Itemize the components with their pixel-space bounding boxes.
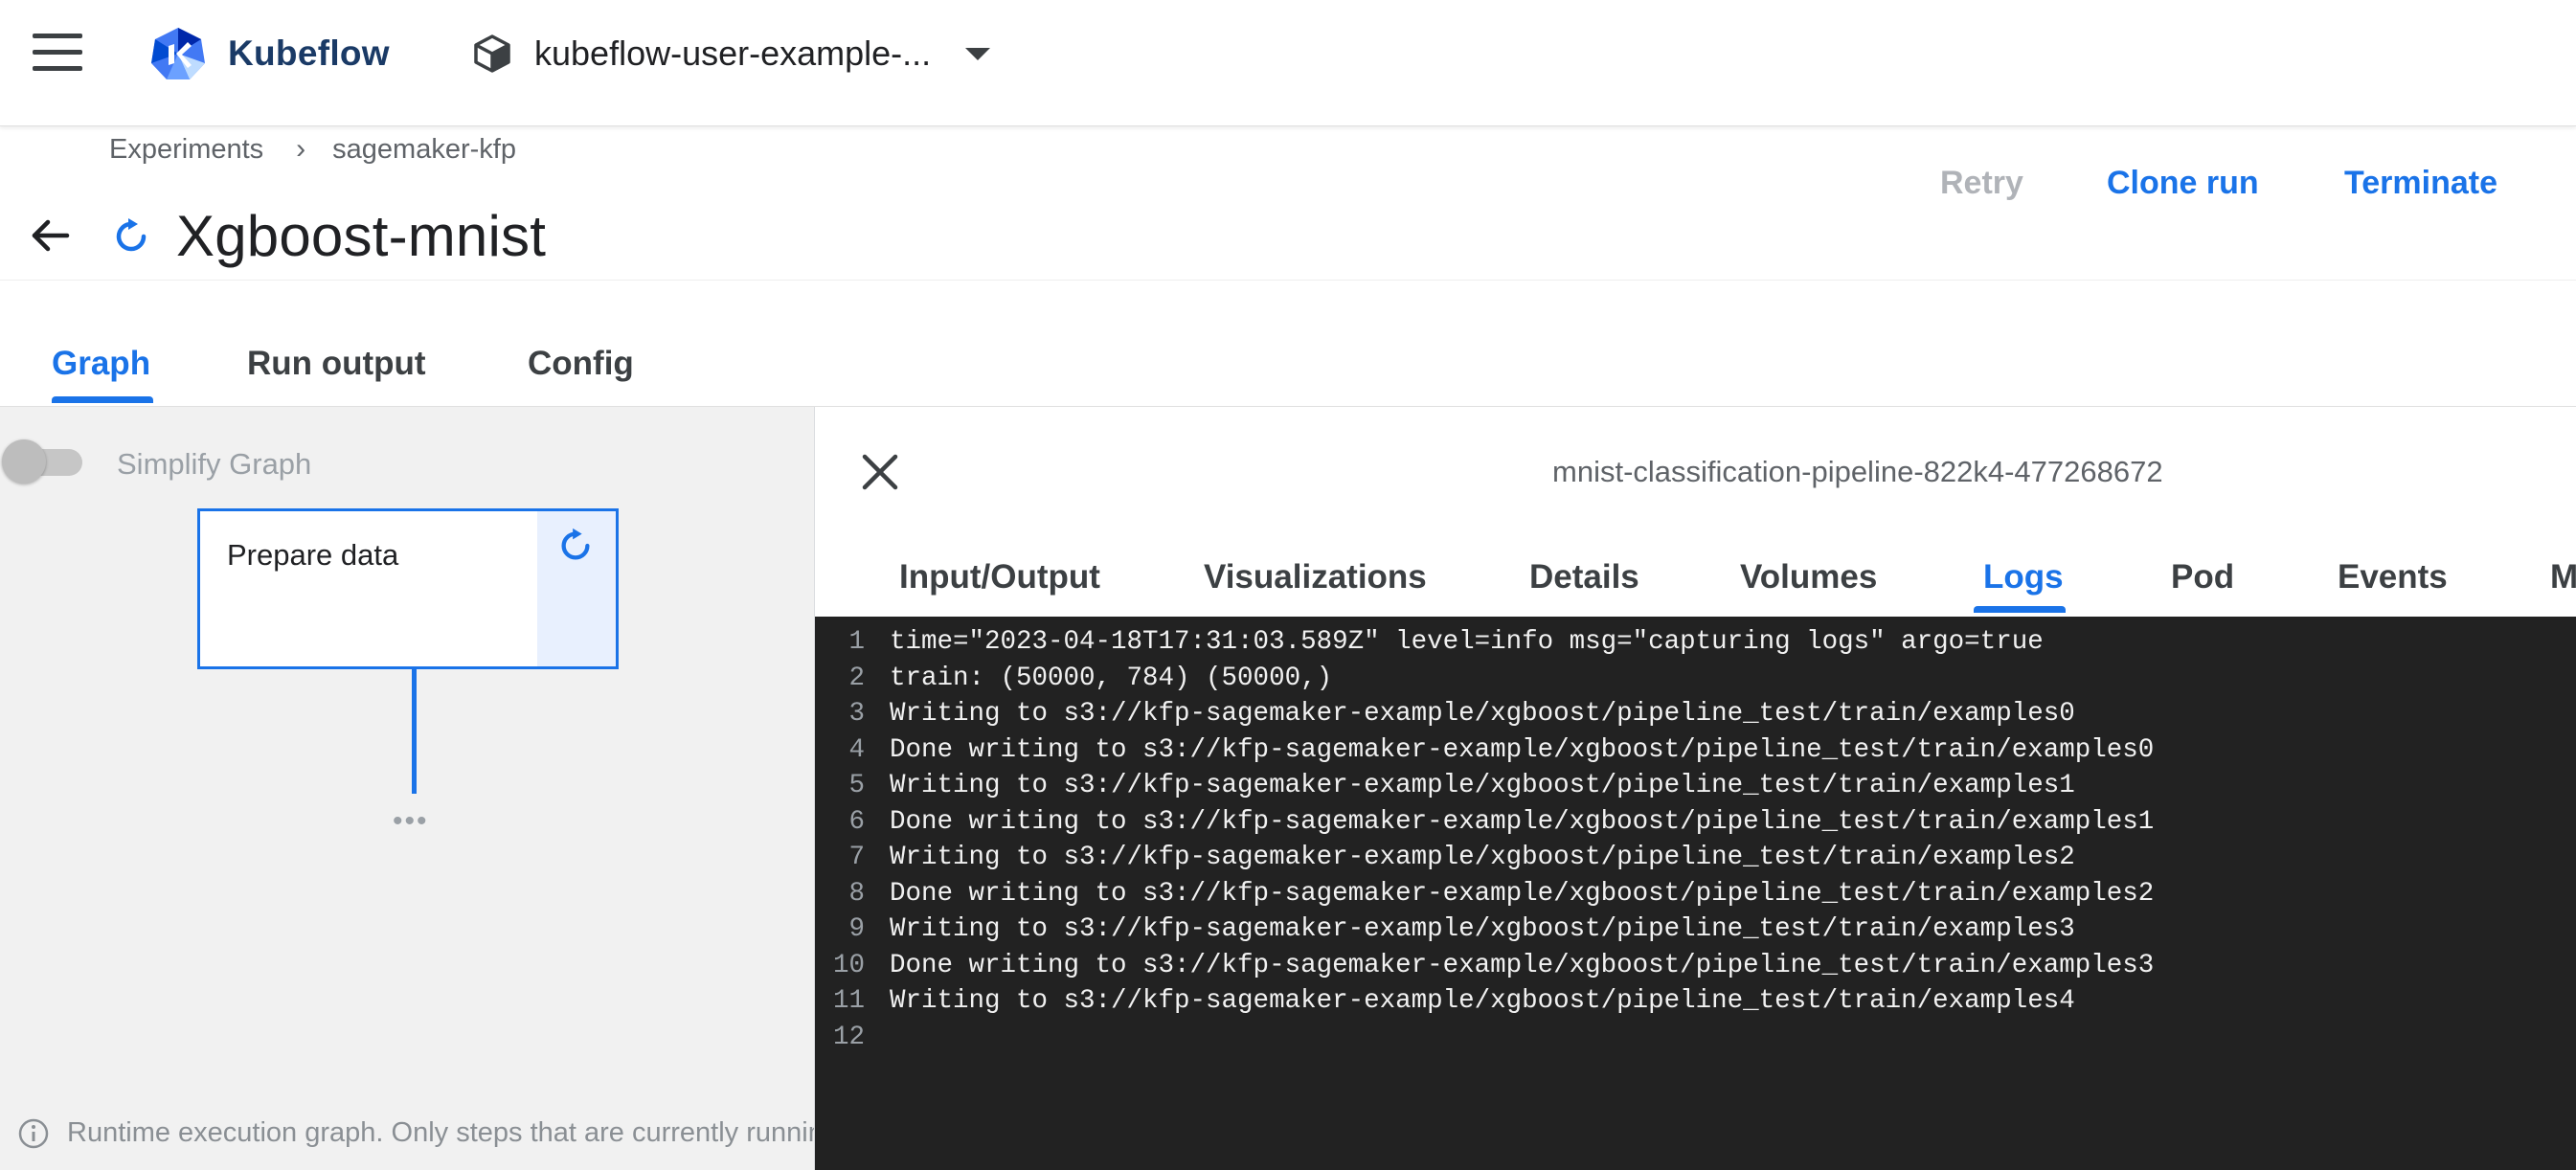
log-line-number: 11: [832, 986, 865, 1016]
kubeflow-logo[interactable]: Kubeflow: [149, 25, 390, 82]
log-line-text: Done writing to s3://kfp-sagemaker-examp…: [890, 950, 2155, 980]
tab-events[interactable]: Events: [2338, 558, 2448, 596]
breadcrumb-experiments[interactable]: Experiments: [109, 134, 263, 166]
more-steps-indicator: •••: [393, 805, 429, 837]
clone-run-button[interactable]: Clone run: [2107, 159, 2259, 207]
breadcrumb-experiment[interactable]: sagemaker-kfp: [332, 134, 516, 166]
terminate-button[interactable]: Terminate: [2344, 159, 2497, 207]
close-icon[interactable]: [857, 449, 903, 495]
tab-visualizations[interactable]: Visualizations: [1204, 558, 1427, 596]
log-line-text: Writing to s3://kfp-sagemaker-example/xg…: [890, 843, 2075, 872]
top-app-bar: Kubeflow kubeflow-user-example-...: [0, 0, 2576, 126]
log-line: 2 train: (50000, 784) (50000,): [815, 661, 2576, 697]
page-title: Xgboost-mnist: [176, 204, 547, 268]
toggle-thumb: [2, 439, 46, 484]
log-line-text: Writing to s3://kfp-sagemaker-example/xg…: [890, 699, 2075, 729]
tab-volumes[interactable]: Volumes: [1740, 558, 1877, 596]
log-line-text: Done writing to s3://kfp-sagemaker-examp…: [890, 734, 2155, 765]
brand-name: Kubeflow: [228, 34, 390, 73]
log-line: 3 Writing to s3://kfp-sagemaker-example/x…: [815, 696, 2576, 732]
chevron-down-icon: [965, 47, 991, 60]
log-line: 12: [815, 1020, 2576, 1056]
log-line: 4 Done writing to s3://kfp-sagemaker-exam…: [815, 732, 2576, 769]
log-line: 10 Done writing to s3://kfp-sagemaker-exa…: [815, 948, 2576, 984]
panel-tabs: Input/Output Visualizations Details Volu…: [815, 551, 2576, 618]
log-line-text: Writing to s3://kfp-sagemaker-example/xg…: [890, 914, 2075, 944]
log-line-text: time="2023-04-18T17:31:03.589Z" level=in…: [890, 627, 2044, 657]
header-divider: [0, 280, 2576, 281]
log-line-number: 12: [832, 1022, 865, 1052]
menu-icon[interactable]: [33, 34, 82, 72]
tab-input-output[interactable]: Input/Output: [899, 558, 1100, 596]
log-line-text: Done writing to s3://kfp-sagemaker-examp…: [890, 878, 2155, 909]
log-line-text: Writing to s3://kfp-sagemaker-example/xg…: [890, 986, 2075, 1016]
tab-run-output[interactable]: Run output: [247, 345, 426, 383]
active-tab-indicator: [52, 396, 153, 403]
graph-footnote: Runtime execution graph. Only steps that…: [67, 1117, 814, 1148]
running-status-icon: [116, 218, 147, 252]
log-line-number: 10: [832, 950, 865, 980]
tab-graph[interactable]: Graph: [52, 345, 150, 383]
kubeflow-logo-icon: [151, 28, 205, 79]
active-panel-tab-indicator: [1974, 606, 2066, 613]
log-line: 8 Done writing to s3://kfp-sagemaker-exam…: [815, 876, 2576, 912]
namespace-name: kubeflow-user-example-...: [534, 34, 932, 73]
log-line: 7 Writing to s3://kfp-sagemaker-example/x…: [815, 840, 2576, 876]
tab-details[interactable]: Details: [1529, 558, 1639, 596]
simplify-graph-toggle[interactable]: [2, 439, 82, 484]
log-line: 1 time="2023-04-18T17:31:03.589Z" level=i…: [815, 624, 2576, 661]
graph-node-label: Prepare data: [227, 538, 399, 572]
log-line: 9 Writing to s3://kfp-sagemaker-example/x…: [815, 911, 2576, 948]
node-details-panel: mnist-classification-pipeline-822k4-4772…: [814, 407, 2576, 1170]
log-line-number: 1: [848, 627, 865, 657]
graph-edge: [412, 669, 417, 794]
log-line: 11 Writing to s3://kfp-sagemaker-example/…: [815, 983, 2576, 1020]
log-line-number: 5: [848, 771, 865, 800]
back-arrow-icon[interactable]: [27, 213, 73, 259]
log-viewer[interactable]: 1 time="2023-04-18T17:31:03.589Z" level=i…: [815, 617, 2576, 1170]
log-line: 6 Done writing to s3://kfp-sagemaker-exam…: [815, 804, 2576, 841]
tab-logs[interactable]: Logs: [1983, 558, 2064, 596]
log-line-text: train: (50000, 784) (50000,): [890, 663, 1333, 693]
tab-config[interactable]: Config: [528, 345, 634, 383]
log-line: 5 Writing to s3://kfp-sagemaker-example/x…: [815, 768, 2576, 804]
breadcrumb-separator: ›: [296, 133, 306, 165]
run-tabs: Graph Run output Config: [0, 333, 2576, 404]
tab-manifest[interactable]: M: [2550, 558, 2576, 596]
namespace-selector[interactable]: kubeflow-user-example-...: [471, 27, 991, 80]
tab-pod[interactable]: Pod: [2171, 558, 2234, 596]
log-line-text: Writing to s3://kfp-sagemaker-example/xg…: [890, 771, 2075, 800]
log-line-number: 7: [848, 843, 865, 872]
log-line-number: 8: [848, 878, 865, 909]
log-line-number: 4: [848, 734, 865, 765]
log-line-number: 6: [848, 806, 865, 837]
retry-button[interactable]: Retry: [1940, 159, 2023, 207]
log-line-text: Done writing to s3://kfp-sagemaker-examp…: [890, 806, 2155, 837]
cube-icon: [474, 34, 510, 73]
pod-id: mnist-classification-pipeline-822k4-4772…: [1552, 455, 2163, 488]
graph-node-prepare-data[interactable]: Prepare data: [197, 508, 619, 669]
running-status-icon: [561, 528, 590, 560]
simplify-graph-label: Simplify Graph: [117, 447, 312, 481]
graph-pane: Simplify Graph Prepare data ••• Runtime …: [0, 407, 814, 1170]
breadcrumb: Experiments › sagemaker-kfp: [109, 130, 516, 169]
log-line-number: 9: [848, 914, 865, 944]
graph-node-status: [537, 511, 616, 666]
log-line-number: 3: [848, 699, 865, 729]
log-line-number: 2: [848, 663, 865, 693]
info-icon: [18, 1118, 49, 1149]
